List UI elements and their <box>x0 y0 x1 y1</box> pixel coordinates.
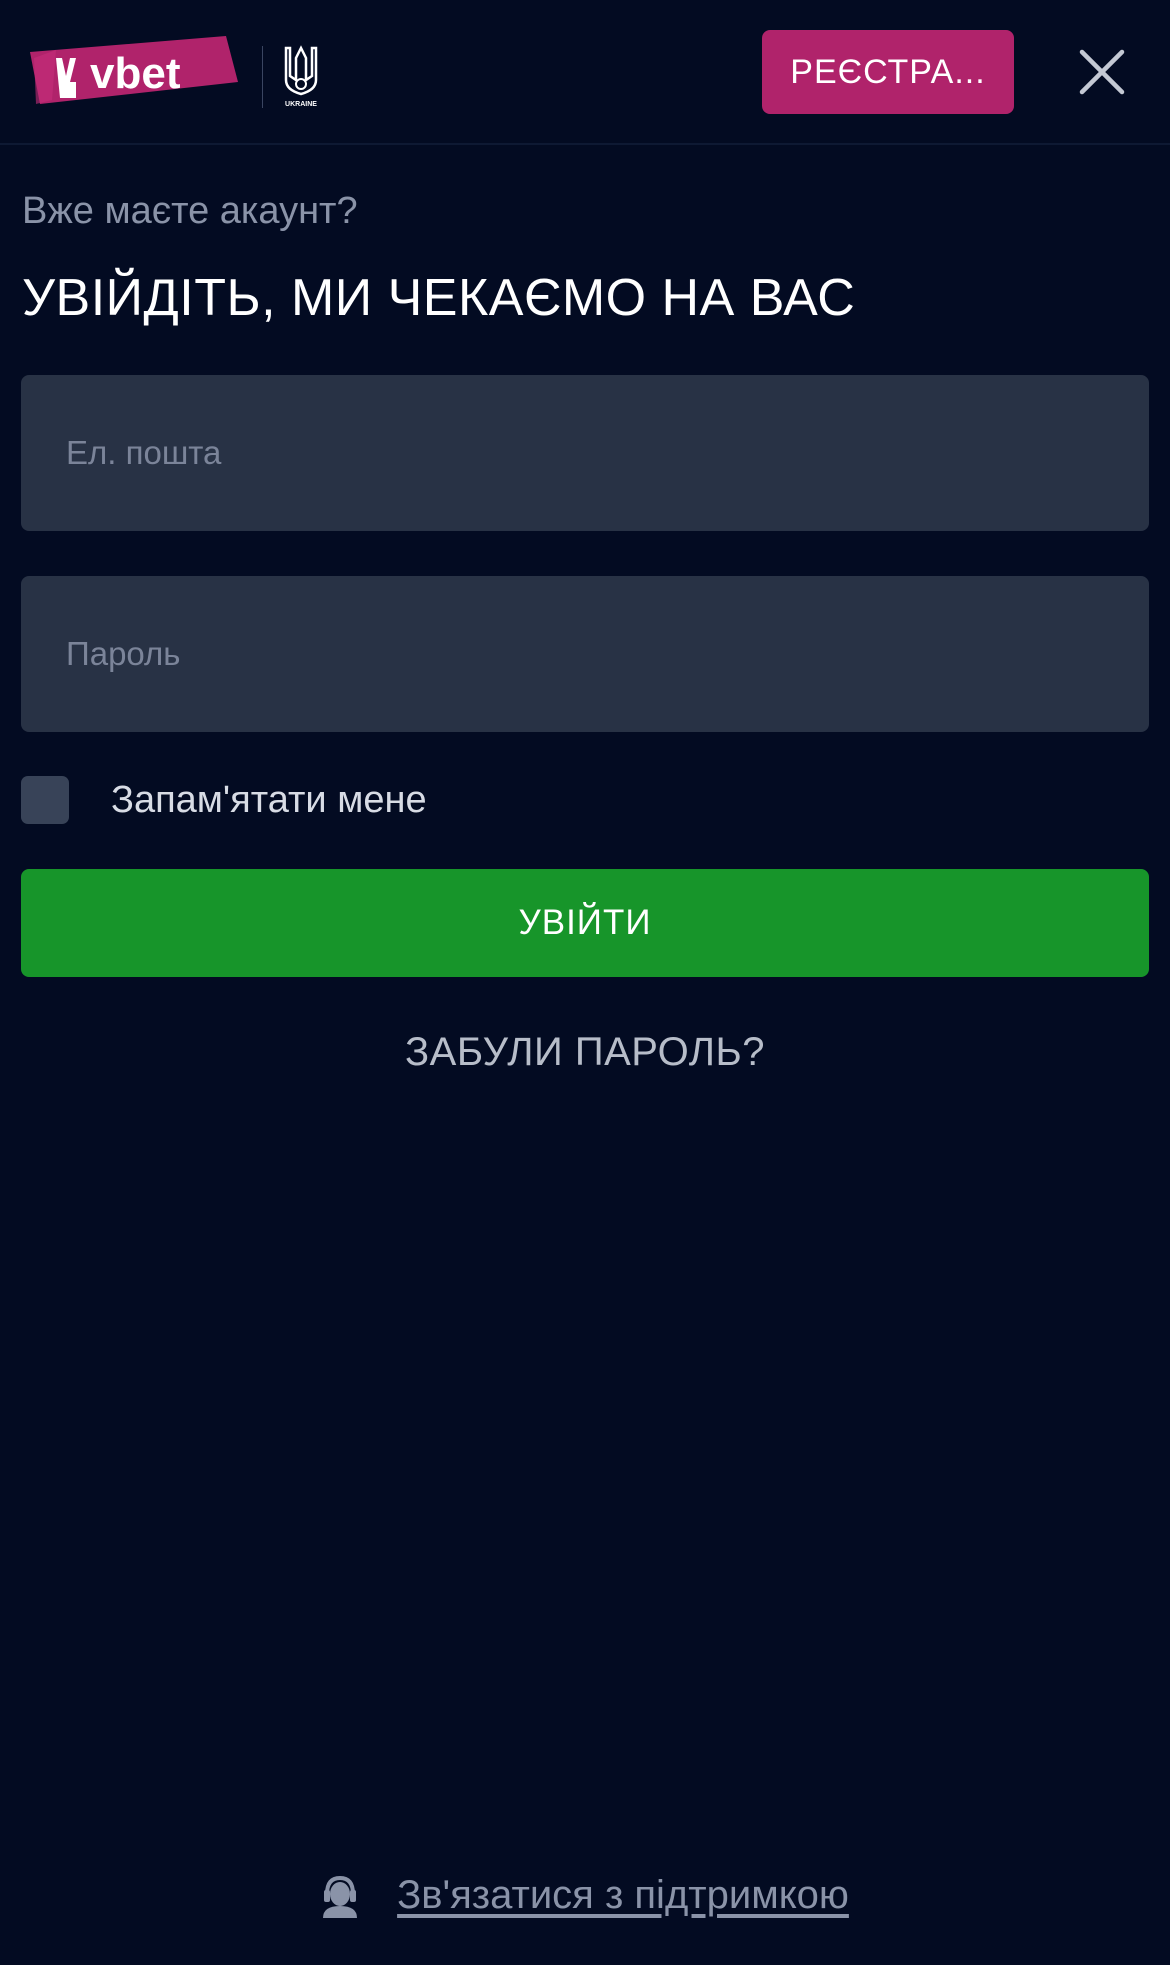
ukraine-crest-logo: UKRAINE <box>284 45 317 108</box>
support-link[interactable]: Зв'язатися з підтримкою <box>397 1873 849 1918</box>
email-field[interactable] <box>21 375 1149 531</box>
svg-text:UKRAINE: UKRAINE <box>285 101 317 108</box>
close-icon[interactable] <box>1074 44 1130 100</box>
remember-me-checkbox[interactable] <box>21 776 69 824</box>
remember-me-label[interactable]: Запам'ятати мене <box>111 776 427 824</box>
login-title: УВІЙДІТЬ, МИ ЧЕКАЄМО НА ВАС <box>22 269 856 327</box>
login-subtitle: Вже маєте акаунт? <box>22 190 358 232</box>
vbet-logo[interactable]: vbet <box>26 32 241 112</box>
svg-text:vbet: vbet <box>90 49 181 98</box>
forgot-password-link[interactable]: ЗАБУЛИ ПАРОЛЬ? <box>0 1030 1170 1075</box>
logo-divider <box>262 46 263 108</box>
password-field[interactable] <box>21 576 1149 732</box>
register-button[interactable]: РЕЄСТРА... <box>762 30 1014 114</box>
login-button[interactable]: УВІЙТИ <box>21 869 1149 977</box>
header: vbet UKRAINE РЕЄСТРА... <box>0 0 1170 145</box>
support-contact: Зв'язатися з підтримкою <box>0 1872 1170 1918</box>
login-page: vbet UKRAINE РЕЄСТРА... Вже маєте акаунт… <box>0 0 1170 1965</box>
support-agent-icon <box>323 1875 358 1918</box>
